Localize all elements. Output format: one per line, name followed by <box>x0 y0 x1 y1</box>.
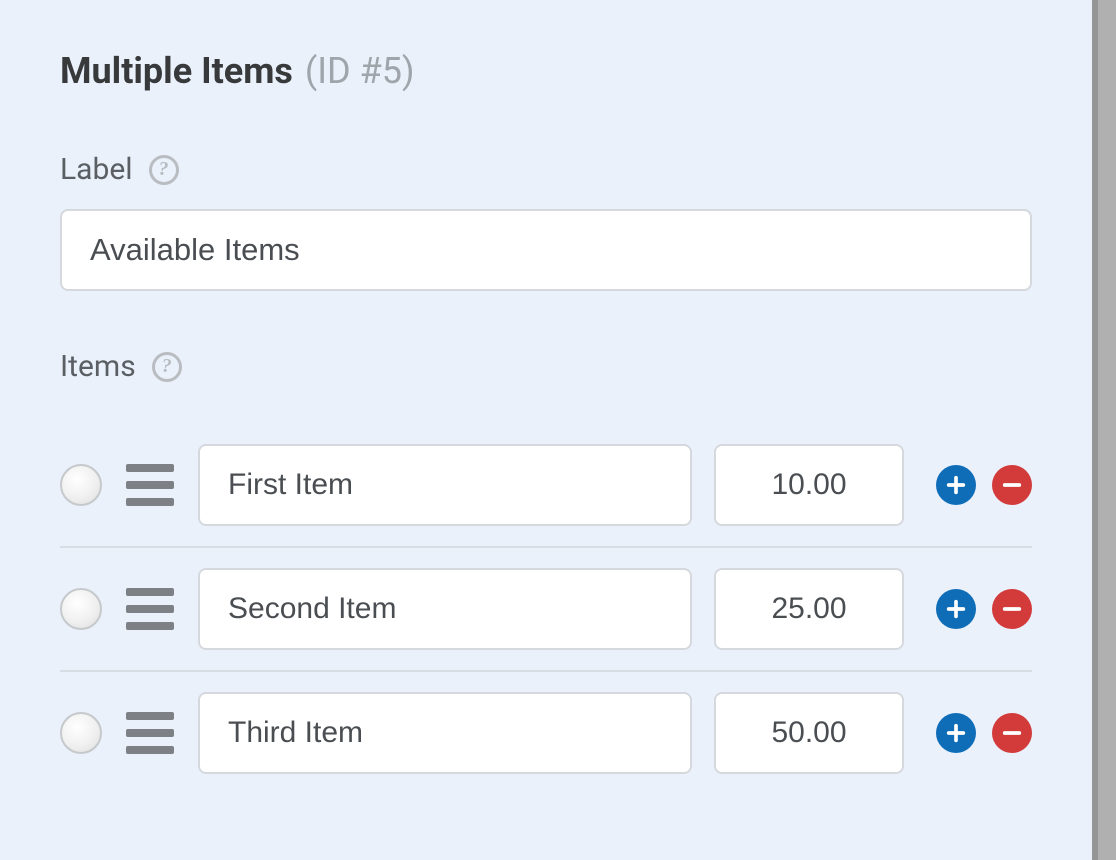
help-icon[interactable]: ? <box>149 155 179 185</box>
item-name-input[interactable] <box>198 568 692 650</box>
plus-icon <box>945 722 967 744</box>
minus-icon <box>1001 474 1023 496</box>
item-price-input[interactable] <box>714 444 904 526</box>
item-row <box>60 424 1032 546</box>
item-actions <box>936 589 1032 629</box>
item-actions <box>936 465 1032 505</box>
item-price-input[interactable] <box>714 692 904 774</box>
add-item-button[interactable] <box>936 713 976 753</box>
drag-handle-icon[interactable] <box>124 460 176 510</box>
items-field-header: Items ? <box>60 349 1032 384</box>
label-field-header: Label ? <box>60 152 1032 187</box>
section-title-text: Multiple Items <box>60 50 293 92</box>
remove-item-button[interactable] <box>992 713 1032 753</box>
item-name-input[interactable] <box>198 692 692 774</box>
items-field-group: Items ? <box>60 349 1032 794</box>
item-name-input[interactable] <box>198 444 692 526</box>
scrollbar[interactable] <box>1098 0 1116 860</box>
default-radio[interactable] <box>60 588 102 630</box>
scrollbar-edge <box>1092 0 1098 860</box>
label-input[interactable] <box>60 209 1032 291</box>
label-field-label: Label <box>60 152 133 187</box>
drag-handle-icon[interactable] <box>124 708 176 758</box>
items-field-label: Items <box>60 349 136 384</box>
default-radio[interactable] <box>60 464 102 506</box>
plus-icon <box>945 598 967 620</box>
add-item-button[interactable] <box>936 465 976 505</box>
remove-item-button[interactable] <box>992 589 1032 629</box>
section-title: Multiple Items (ID #5) <box>60 50 1032 92</box>
default-radio[interactable] <box>60 712 102 754</box>
help-icon[interactable]: ? <box>152 352 182 382</box>
minus-icon <box>1001 598 1023 620</box>
label-field-group: Label ? <box>60 152 1032 291</box>
minus-icon <box>1001 722 1023 744</box>
item-row <box>60 672 1032 794</box>
plus-icon <box>945 474 967 496</box>
field-settings-panel: Multiple Items (ID #5) Label ? Items ? <box>0 0 1092 794</box>
section-id: (ID #5) <box>305 50 415 92</box>
item-price-input[interactable] <box>714 568 904 650</box>
item-actions <box>936 713 1032 753</box>
remove-item-button[interactable] <box>992 465 1032 505</box>
add-item-button[interactable] <box>936 589 976 629</box>
item-row <box>60 548 1032 670</box>
drag-handle-icon[interactable] <box>124 584 176 634</box>
